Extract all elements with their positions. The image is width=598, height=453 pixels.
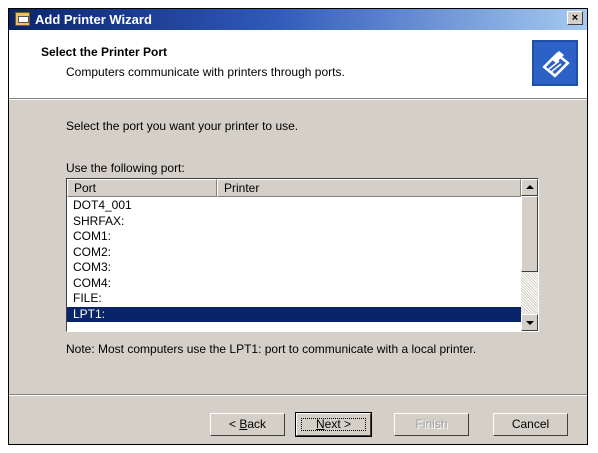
note-text: Note: Most computers use the LPT1: port … [66,342,477,356]
port-rows: DOT4_001 SHRFAX: COM1: COM2: COM3: COM4:… [67,198,521,322]
title-bar[interactable]: Add Printer Wizard × [9,9,587,30]
column-header-port[interactable]: Port [67,179,217,197]
back-button-label: ack [247,417,267,431]
back-button[interactable]: < Back [210,413,285,436]
scroll-up-button[interactable] [521,179,538,196]
window-title: Add Printer Wizard [35,12,152,27]
port-row-com2[interactable]: COM2: [67,245,521,261]
arrow-up-icon [526,185,534,189]
header-divider [9,99,587,100]
cancel-button[interactable]: Cancel [493,413,568,436]
back-button-prefix: < [228,417,240,431]
wizard-header: Select the Printer Port Computers commun… [9,30,587,99]
button-separator-highlight [9,395,587,396]
wizard-dialog: Add Printer Wizard × Select the Printer … [8,8,588,445]
next-button[interactable]: Next > [295,412,372,437]
finish-button[interactable]: Finish [394,413,469,436]
page-subtitle: Computers communicate with printers thro… [66,65,345,79]
vertical-scrollbar[interactable] [521,179,538,331]
arrow-down-icon [526,321,534,325]
close-icon: × [571,12,579,24]
printer-folder-icon [15,12,30,26]
scroll-down-button[interactable] [521,314,538,331]
page-title: Select the Printer Port [41,45,168,59]
focus-rect [301,418,366,431]
port-row-shrfax[interactable]: SHRFAX: [67,214,521,230]
port-row-com1[interactable]: COM1: [67,229,521,245]
port-list-label: Use the following port: [66,161,185,175]
instruction-text: Select the port you want your printer to… [66,119,299,133]
scroll-thumb[interactable] [521,196,538,272]
port-list[interactable]: Port Printer DOT4_001 SHRFAX: COM1: COM2… [66,178,539,332]
port-row-com4[interactable]: COM4: [67,276,521,292]
printer-wizard-icon [532,40,578,86]
port-row-file[interactable]: FILE: [67,291,521,307]
close-button[interactable]: × [567,11,583,25]
column-header-printer[interactable]: Printer [217,179,521,197]
port-row-lpt1[interactable]: LPT1: [67,306,521,322]
port-row-dot4[interactable]: DOT4_001 [67,198,521,214]
port-row-com3[interactable]: COM3: [67,260,521,276]
